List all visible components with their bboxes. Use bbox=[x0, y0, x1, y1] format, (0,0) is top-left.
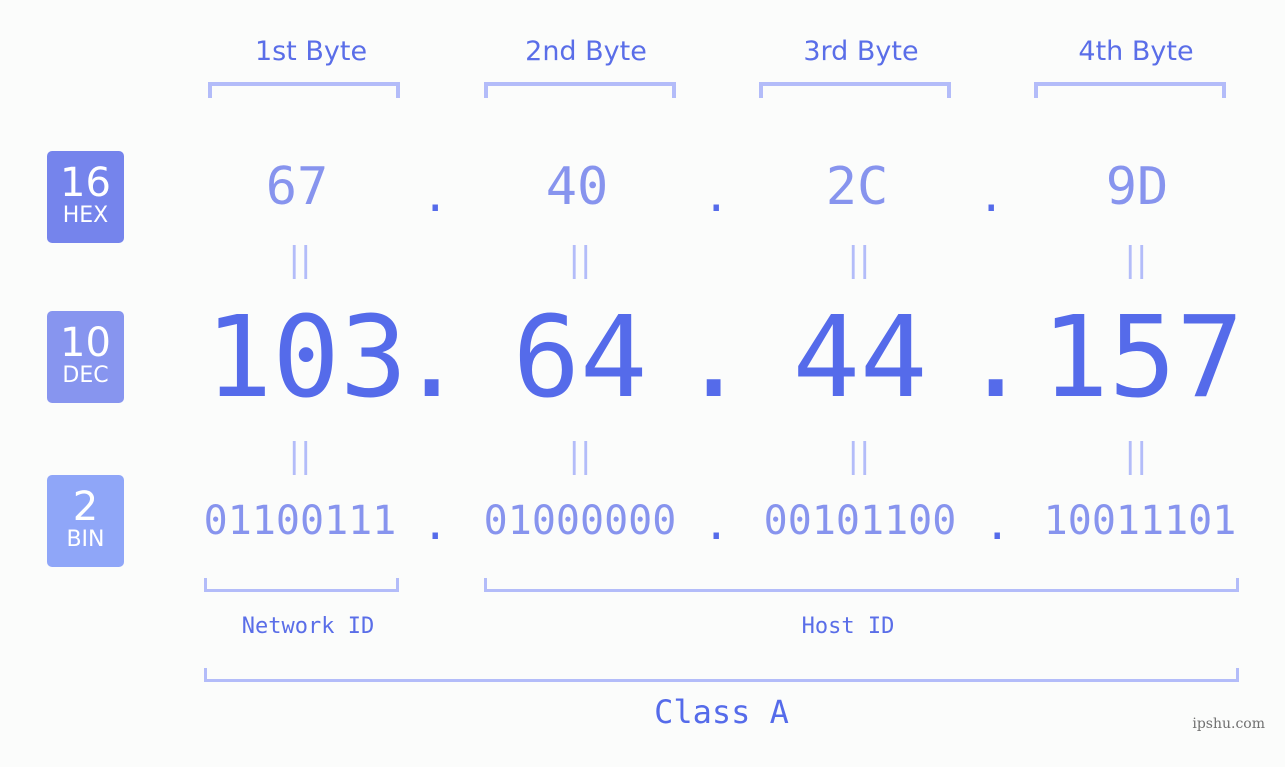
bin-byte-2: 01000000 bbox=[483, 498, 677, 544]
host-id-label: Host ID bbox=[801, 614, 895, 639]
equals-icon: || bbox=[847, 240, 871, 280]
dec-base-label: DEC bbox=[62, 363, 109, 388]
dec-byte-1: 103 bbox=[205, 293, 408, 423]
dec-byte-2: 64 bbox=[512, 293, 648, 423]
byte-header-2: 2nd Byte bbox=[525, 36, 647, 67]
dec-separator-2: . bbox=[680, 293, 748, 423]
bin-base-label: BIN bbox=[66, 527, 105, 552]
hex-byte-2: 40 bbox=[545, 157, 609, 217]
dec-badge: 10 DEC bbox=[47, 311, 124, 403]
class-label: Class A bbox=[654, 693, 789, 731]
bin-byte-1: 01100111 bbox=[203, 498, 397, 544]
hex-base-label: HEX bbox=[62, 203, 109, 228]
equals-icon: || bbox=[1124, 240, 1148, 280]
byte-bracket-4 bbox=[1034, 82, 1226, 98]
byte-bracket-2 bbox=[484, 82, 676, 98]
byte-header-1: 1st Byte bbox=[254, 36, 368, 67]
network-id-bracket bbox=[204, 578, 399, 592]
byte-bracket-3 bbox=[759, 82, 951, 98]
hex-byte-3: 2C bbox=[825, 157, 889, 217]
watermark: ipshu.com bbox=[1192, 716, 1265, 732]
equals-icon: || bbox=[288, 436, 312, 476]
hex-separator-3: . bbox=[978, 171, 1005, 222]
hex-byte-1: 67 bbox=[265, 157, 329, 217]
network-id-label: Network ID bbox=[241, 614, 375, 639]
hex-badge: 16 HEX bbox=[47, 151, 124, 243]
equals-icon: || bbox=[568, 240, 592, 280]
bin-byte-3: 00101100 bbox=[763, 498, 957, 544]
bin-byte-4: 10011101 bbox=[1043, 498, 1237, 544]
equals-icon: || bbox=[1124, 436, 1148, 476]
bin-base-number: 2 bbox=[72, 484, 99, 530]
hex-separator-1: . bbox=[422, 171, 449, 222]
equals-icon: || bbox=[568, 436, 592, 476]
bin-separator-2: . bbox=[703, 499, 730, 550]
byte-header-4: 4th Byte bbox=[1078, 36, 1194, 67]
bin-separator-1: . bbox=[422, 499, 449, 550]
equals-icon: || bbox=[847, 436, 871, 476]
dec-separator-3: . bbox=[962, 293, 1030, 423]
hex-base-number: 16 bbox=[60, 160, 111, 206]
byte-bracket-1 bbox=[208, 82, 400, 98]
class-bracket bbox=[204, 668, 1239, 682]
equals-icon: || bbox=[288, 240, 312, 280]
dec-base-number: 10 bbox=[60, 320, 111, 366]
byte-header-3: 3rd Byte bbox=[803, 36, 919, 67]
bin-separator-3: . bbox=[984, 499, 1011, 550]
hex-separator-2: . bbox=[703, 171, 730, 222]
dec-byte-4: 157 bbox=[1041, 293, 1244, 423]
bin-badge: 2 BIN bbox=[47, 475, 124, 567]
hex-byte-4: 9D bbox=[1105, 157, 1169, 217]
dec-byte-3: 44 bbox=[792, 293, 928, 423]
dec-separator-1: . bbox=[398, 293, 466, 423]
host-id-bracket bbox=[484, 578, 1239, 592]
